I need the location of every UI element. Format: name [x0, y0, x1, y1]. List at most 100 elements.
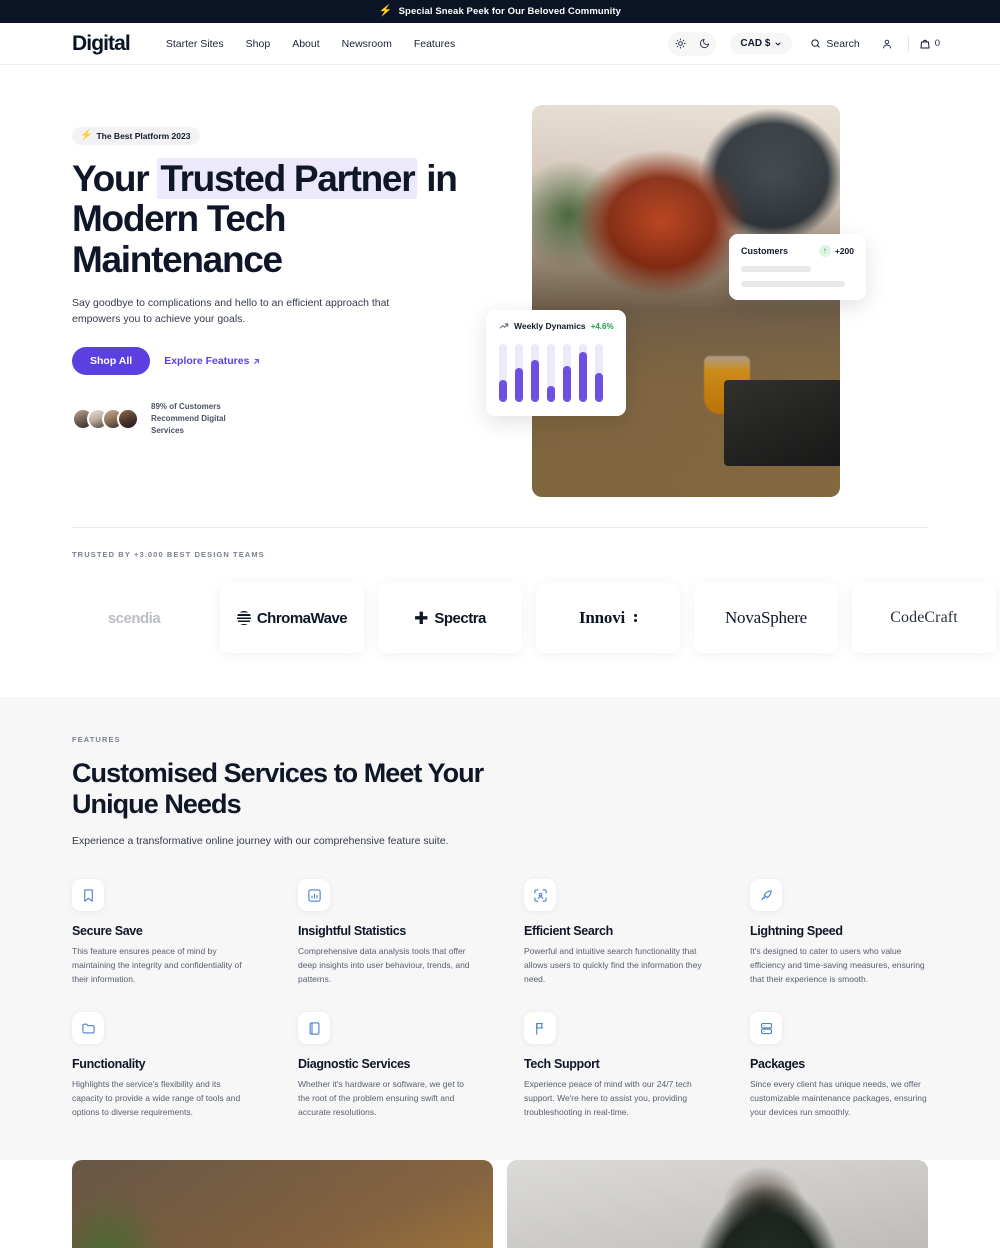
nav-item-shop[interactable]: Shop: [246, 38, 271, 50]
cart-button[interactable]: 0: [919, 38, 940, 50]
features-kicker: FEATURES: [72, 735, 121, 744]
feature-card-efficient-search: Efficient Search Powerful and intuitive …: [524, 879, 702, 986]
logo-label: ChromaWave: [256, 609, 348, 627]
user-icon[interactable]: [876, 33, 898, 55]
logo-label: scendia: [107, 609, 161, 627]
search-button[interactable]: Search: [810, 37, 860, 50]
chart-bar-fill: [547, 385, 555, 402]
hero-badge: ⚡ The Best Platform 2023: [72, 127, 201, 145]
avatar-group: [72, 407, 139, 430]
placeholder-bar: [741, 281, 845, 287]
dots-icon: [634, 614, 638, 622]
feature-description: This feature ensures peace of mind by ma…: [72, 946, 242, 984]
currency-value: CAD $: [740, 38, 771, 49]
explore-features-label: Explore Features: [164, 355, 250, 368]
logo-card-scendia[interactable]: scendia: [62, 583, 206, 653]
hero-content: ⚡ The Best Platform 2023 Your Trusted Pa…: [72, 105, 492, 497]
weekly-dynamics-card: Weekly Dynamics +4.6%: [486, 310, 626, 416]
chart-header: Weekly Dynamics +4.6%: [499, 321, 614, 331]
chart-title: Weekly Dynamics: [514, 321, 586, 331]
logo-card-innovi[interactable]: Innovi: [536, 583, 680, 653]
lightning-bolt-icon: ⚡: [378, 5, 393, 17]
chart-bars: [499, 344, 614, 402]
features-title: Customised Services to Meet Your Unique …: [72, 758, 484, 819]
chart-bar-fill: [563, 366, 571, 402]
feature-description: It's designed to cater to users who valu…: [750, 946, 925, 984]
chart-bar-fill: [499, 379, 507, 402]
photo-overlay: [507, 1159, 928, 1248]
search-icon: [811, 39, 821, 48]
feature-card-diagnostic-services: Diagnostic Services Whether it's hardwar…: [298, 1012, 476, 1119]
nav-item-about[interactable]: About: [292, 38, 319, 50]
feature-description: Whether it's hardware or software, we ge…: [298, 1079, 465, 1117]
chart-annotation: +4.6%: [590, 321, 614, 331]
hero-title-part1: Your: [72, 158, 158, 199]
chart-bar-fill: [579, 352, 587, 402]
search-label: Search: [826, 37, 860, 50]
folder-icon: [72, 1012, 104, 1045]
feature-description: Since every client has unique needs, we …: [750, 1079, 927, 1117]
nav-item-features[interactable]: Features: [414, 38, 455, 50]
explore-features-link[interactable]: Explore Features: [164, 355, 261, 367]
chevron-down-icon: [775, 42, 781, 45]
logo-card-chromawave[interactable]: ChromaWave: [220, 583, 364, 653]
bar-chart-icon: [298, 879, 330, 911]
flag-icon: [524, 1012, 556, 1045]
nav-item-starter-sites[interactable]: Starter Sites: [166, 38, 224, 50]
logo-card-codecraft[interactable]: CodeCraft: [852, 583, 996, 653]
feature-card-functionality: Functionality Highlights the service's f…: [72, 1012, 250, 1119]
features-section: FEATURES Customised Services to Meet You…: [0, 697, 1000, 1160]
hero-photo: [532, 105, 840, 497]
feature-title: Efficient Search: [524, 924, 613, 938]
feature-card-lightning-speed: Lightning Speed It's designed to cater t…: [750, 879, 928, 986]
arrow-up-icon: ↑: [818, 245, 831, 257]
arrow-up-right-icon: [254, 359, 260, 364]
chart-bar: [531, 344, 539, 402]
feature-title: Lightning Speed: [750, 924, 843, 938]
shop-all-button[interactable]: Shop All: [72, 347, 151, 376]
chart-bar: [547, 344, 555, 402]
chart-bar: [579, 344, 587, 402]
theme-toggle-group: [668, 31, 717, 56]
rocket-icon: [750, 879, 782, 911]
nav-item-newsroom[interactable]: Newsroom: [342, 38, 392, 50]
features-grid: Secure Save This feature ensures peace o…: [72, 879, 928, 1120]
moon-icon[interactable]: [693, 33, 715, 55]
feature-title: Diagnostic Services: [298, 1057, 411, 1072]
lightning-bolt-icon: ⚡: [80, 130, 93, 141]
gallery-photo-right[interactable]: [507, 1159, 928, 1248]
chart-bar: [499, 344, 507, 402]
customers-card-value: +200: [834, 246, 854, 256]
feature-title: Tech Support: [524, 1057, 600, 1072]
feature-title: Packages: [750, 1057, 805, 1072]
chart-bar: [563, 344, 571, 402]
hero-title-highlight: Trusted Partner: [157, 158, 418, 199]
site-header: Digital Starter Sites Shop About Newsroo…: [0, 23, 1000, 65]
logo-label: NovaSphere: [724, 608, 808, 627]
customers-card-title: Customers: [741, 246, 789, 256]
currency-selector[interactable]: CAD $: [730, 33, 793, 54]
feature-title: Insightful Statistics: [298, 924, 406, 938]
hero-cta-group: Shop All Explore Features: [72, 347, 492, 376]
announcement-bar: ⚡ Special Sneak Peek for Our Beloved Com…: [0, 0, 1000, 23]
sun-icon[interactable]: [669, 33, 691, 55]
feature-card-packages: Packages Since every client has unique n…: [750, 1012, 928, 1119]
page-title: Your Trusted Partner in Modern Tech Main…: [72, 158, 492, 280]
hero-badge-label: The Best Platform 2023: [96, 131, 191, 141]
feature-card-insightful-statistics: Insightful Statistics Comprehensive data…: [298, 879, 476, 986]
chart-bar: [595, 344, 603, 402]
chart-bar: [515, 344, 523, 402]
feature-title: Functionality: [72, 1057, 146, 1072]
logo-card-spectra[interactable]: ✚ Spectra: [378, 583, 522, 653]
photo-overlay: [72, 1159, 493, 1248]
chart-bar-fill: [515, 368, 523, 402]
trusted-logos-section: TRUSTED BY +3.000 BEST DESIGN TEAMS scen…: [0, 528, 1000, 697]
feature-card-tech-support: Tech Support Experience peace of mind wi…: [524, 1012, 702, 1119]
customers-card-header: Customers ↑ +200: [741, 245, 854, 257]
social-proof-text: 89% of Customers Recommend Digital Servi…: [151, 402, 226, 435]
site-logo[interactable]: Digital: [72, 32, 131, 56]
gallery-photo-left[interactable]: [72, 1159, 493, 1248]
logo-card-novasphere[interactable]: NovaSphere: [694, 583, 838, 653]
hero-subtitle: Say goodbye to complications and hello t…: [72, 296, 390, 325]
bookmark-icon: [72, 879, 104, 911]
